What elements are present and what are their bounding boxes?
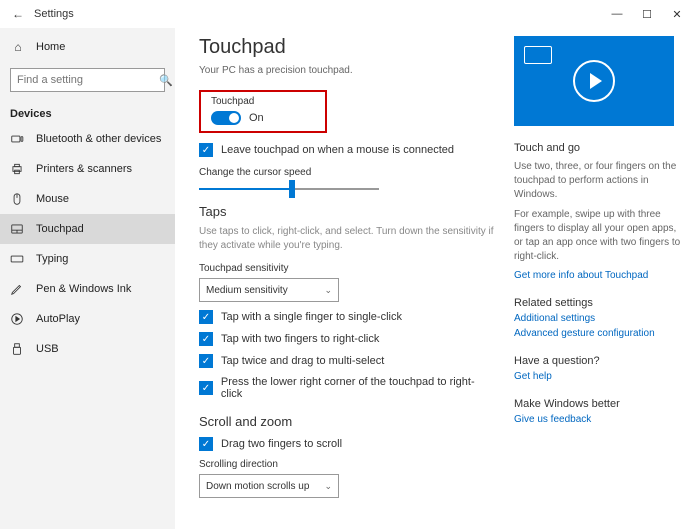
search-field[interactable]	[17, 74, 159, 86]
home-icon: ⌂	[10, 40, 26, 54]
more-info-link[interactable]: Get more info about Touchpad	[514, 270, 684, 281]
pen-icon	[10, 282, 26, 296]
touchgo-heading: Touch and go	[514, 142, 684, 154]
checkbox-icon: ✓	[199, 381, 213, 395]
checkbox-icon: ✓	[199, 310, 213, 324]
back-button[interactable]: ←	[8, 7, 28, 21]
home-nav[interactable]: ⌂ Home	[0, 32, 175, 62]
autoplay-icon	[10, 312, 26, 326]
play-icon	[573, 60, 615, 102]
sensitivity-label: Touchpad sensitivity	[199, 263, 494, 274]
page-title: Touchpad	[199, 36, 494, 59]
press-corner-checkbox[interactable]: ✓ Press the lower right corner of the to…	[199, 376, 494, 400]
feedback-link[interactable]: Give us feedback	[514, 414, 684, 425]
taps-heading: Taps	[199, 204, 494, 219]
sidebar-item-usb[interactable]: USB	[0, 334, 175, 364]
maximize-button[interactable]: ☐	[632, 8, 662, 21]
usb-icon	[10, 342, 26, 356]
sidebar-item-bluetooth[interactable]: Bluetooth & other devices	[0, 124, 175, 154]
section-header: Devices	[0, 98, 175, 124]
advanced-gesture-link[interactable]: Advanced gesture configuration	[514, 328, 684, 339]
get-help-link[interactable]: Get help	[514, 371, 684, 382]
search-icon: 🔍	[159, 74, 173, 87]
taps-desc: Use taps to click, right-click, and sele…	[199, 225, 494, 253]
scrolldir-select[interactable]: Down motion scrolls up ⌄	[199, 474, 339, 498]
right-column: Touch and go Use two, three, or four fin…	[514, 36, 684, 529]
checkbox-icon: ✓	[199, 354, 213, 368]
leave-on-checkbox[interactable]: ✓ Leave touchpad on when a mouse is conn…	[199, 143, 494, 157]
additional-settings-link[interactable]: Additional settings	[514, 313, 684, 324]
sensitivity-select[interactable]: Medium sensitivity ⌄	[199, 278, 339, 302]
sidebar-item-label: Pen & Windows Ink	[36, 283, 131, 295]
main-content: Touchpad Your PC has a precision touchpa…	[199, 36, 514, 529]
mouse-icon	[10, 192, 26, 206]
sidebar-item-pen[interactable]: Pen & Windows Ink	[0, 274, 175, 304]
sidebar-item-label: Touchpad	[36, 223, 84, 235]
touchpad-icon	[10, 222, 26, 236]
checkbox-label: Drag two fingers to scroll	[221, 438, 342, 450]
related-heading: Related settings	[514, 297, 684, 309]
sidebar-item-touchpad[interactable]: Touchpad	[0, 214, 175, 244]
checkbox-label: Leave touchpad on when a mouse is connec…	[221, 144, 454, 156]
sidebar-item-label: USB	[36, 343, 59, 355]
sidebar-item-label: Printers & scanners	[36, 163, 132, 175]
question-heading: Have a question?	[514, 355, 684, 367]
cursor-speed-label: Change the cursor speed	[199, 167, 494, 178]
better-heading: Make Windows better	[514, 398, 684, 410]
touchgo-p2: For example, swipe up with three fingers…	[514, 208, 684, 264]
toggle-state: On	[249, 112, 264, 124]
bluetooth-icon	[10, 132, 26, 146]
chevron-down-icon: ⌄	[324, 481, 332, 492]
checkbox-icon: ✓	[199, 332, 213, 346]
sidebar-item-mouse[interactable]: Mouse	[0, 184, 175, 214]
sidebar: ⌂ Home 🔍 Devices Bluetooth & other devic…	[0, 28, 175, 529]
tap-single-checkbox[interactable]: ✓ Tap with a single finger to single-cli…	[199, 310, 494, 324]
sidebar-item-typing[interactable]: Typing	[0, 244, 175, 274]
minimize-button[interactable]: —	[602, 8, 632, 20]
checkbox-label: Tap with a single finger to single-click	[221, 311, 402, 323]
toggle-switch[interactable]	[211, 111, 241, 125]
printer-icon	[10, 162, 26, 176]
cursor-speed-slider[interactable]	[199, 188, 379, 190]
sidebar-item-label: Mouse	[36, 193, 69, 205]
window-title: Settings	[34, 8, 74, 20]
keyboard-icon	[10, 252, 26, 266]
device-icon	[524, 46, 552, 64]
search-input[interactable]: 🔍	[10, 68, 165, 92]
checkbox-label: Press the lower right corner of the touc…	[221, 376, 494, 400]
scroll-heading: Scroll and zoom	[199, 414, 494, 429]
toggle-label: Touchpad	[211, 96, 315, 107]
select-value: Down motion scrolls up	[206, 481, 309, 492]
scrolldir-label: Scrolling direction	[199, 459, 494, 470]
sidebar-item-printers[interactable]: Printers & scanners	[0, 154, 175, 184]
sidebar-item-label: AutoPlay	[36, 313, 80, 325]
checkbox-icon: ✓	[199, 437, 213, 451]
precision-text: Your PC has a precision touchpad.	[199, 65, 494, 76]
select-value: Medium sensitivity	[206, 285, 288, 296]
sidebar-item-label: Bluetooth & other devices	[36, 133, 161, 145]
checkbox-label: Tap twice and drag to multi-select	[221, 355, 384, 367]
touchpad-video-hero[interactable]	[514, 36, 674, 126]
home-label: Home	[36, 41, 65, 53]
touchpad-toggle-highlight: Touchpad On	[199, 90, 327, 133]
sidebar-item-label: Typing	[36, 253, 68, 265]
tap-two-checkbox[interactable]: ✓ Tap with two fingers to right-click	[199, 332, 494, 346]
close-button[interactable]: ✕	[662, 8, 692, 21]
sidebar-item-autoplay[interactable]: AutoPlay	[0, 304, 175, 334]
chevron-down-icon: ⌄	[324, 285, 332, 296]
tap-drag-checkbox[interactable]: ✓ Tap twice and drag to multi-select	[199, 354, 494, 368]
checkbox-icon: ✓	[199, 143, 213, 157]
touchpad-toggle[interactable]: On	[211, 111, 315, 125]
touchgo-p1: Use two, three, or four fingers on the t…	[514, 160, 684, 202]
checkbox-label: Tap with two fingers to right-click	[221, 333, 379, 345]
drag-scroll-checkbox[interactable]: ✓ Drag two fingers to scroll	[199, 437, 494, 451]
